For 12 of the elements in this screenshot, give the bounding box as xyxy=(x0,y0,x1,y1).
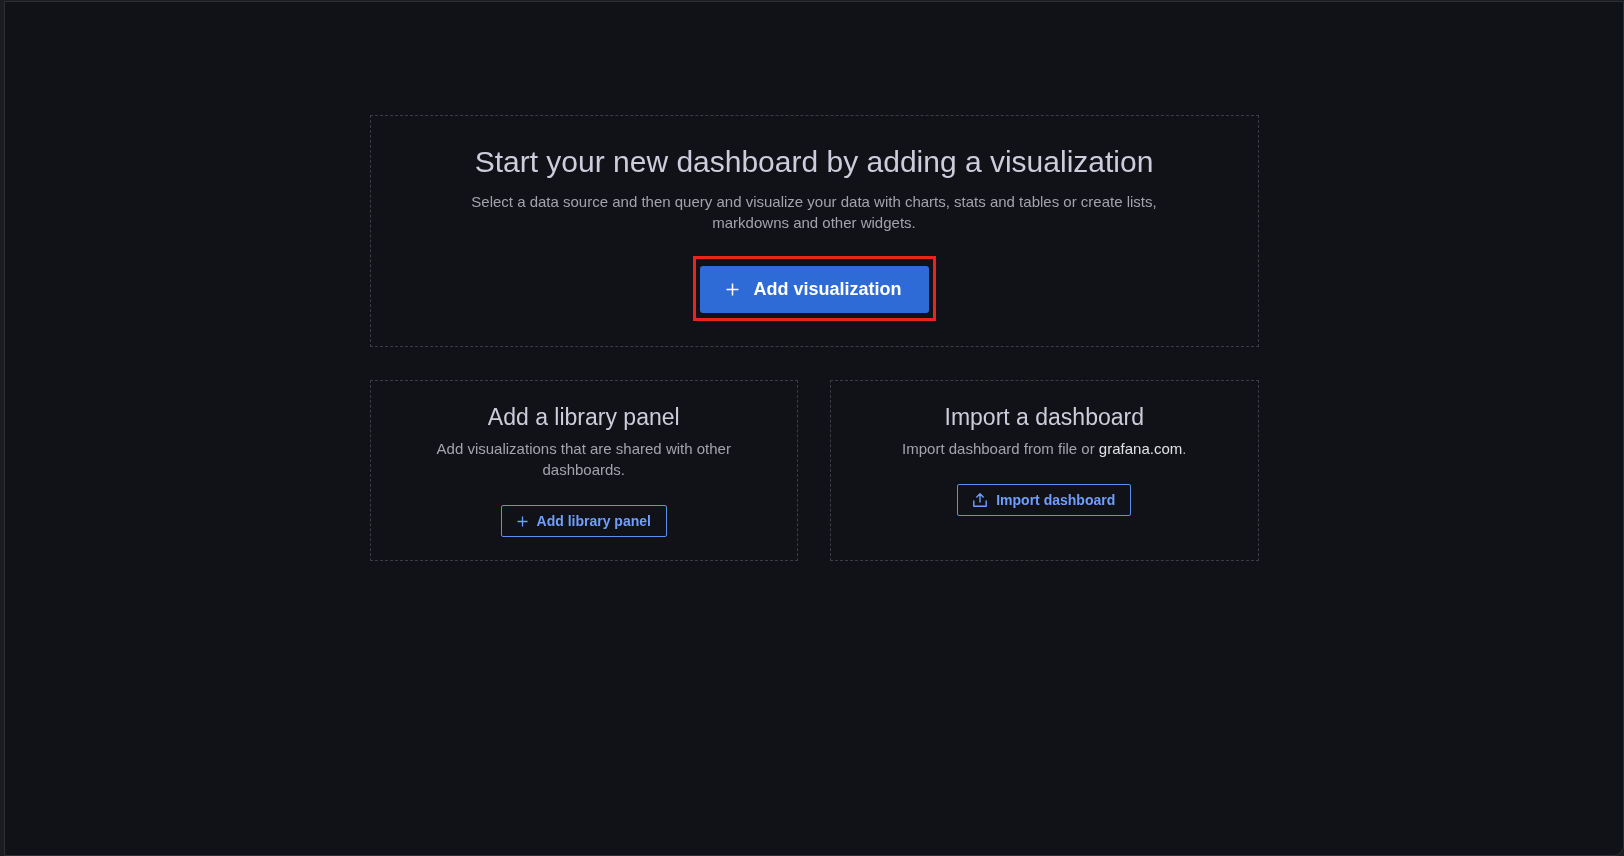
upload-icon xyxy=(973,493,988,507)
card-description: Add visualizations that are shared with other dashboards. xyxy=(435,439,732,480)
panel-heading: Start your new dashboard by adding a visualization xyxy=(474,144,1154,180)
panel-description: Select a data source and then query and visualize your data with charts, stats and tables or create lists, markdowns and other widgets. xyxy=(470,192,1158,233)
plus-icon xyxy=(516,515,528,527)
card-heading: Add a library panel xyxy=(487,403,680,431)
plus-icon xyxy=(726,283,740,296)
import-dashboard-button[interactable]: Import dashboard xyxy=(957,484,1132,516)
add-visualization-button[interactable]: Add visualization xyxy=(699,266,929,313)
card-heading: Import a dashboard xyxy=(944,403,1144,431)
card-description: Import dashboard from file or grafana.com. xyxy=(902,439,1187,459)
add-library-panel-button[interactable]: Add library panel xyxy=(500,505,667,537)
